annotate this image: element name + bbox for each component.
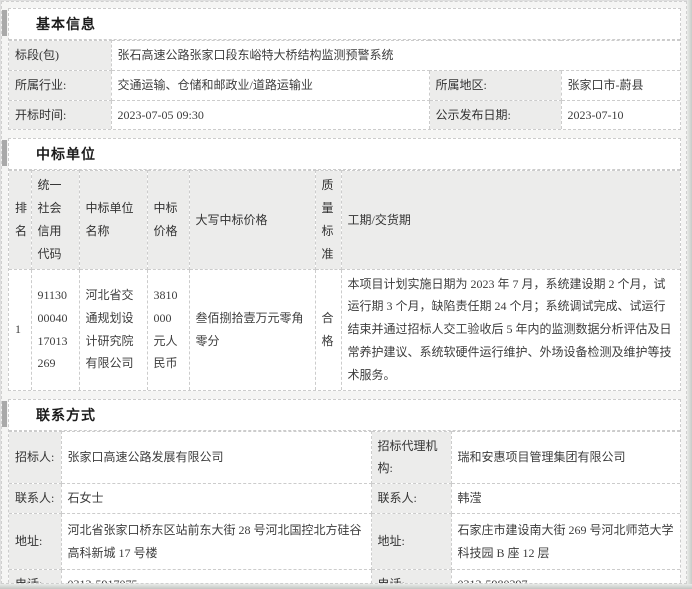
col-credit-code: 统一社会信用代码 <box>31 171 79 269</box>
cell-delivery-period: 本项目计划实施日期为 2023 年 7 月，系统建设期 2 个月，试运行期 3 … <box>341 269 680 389</box>
agency-phone-label: 电话: <box>371 570 451 584</box>
tenderer-value: 张家口高速公路发展有限公司 <box>61 431 371 484</box>
industry-label: 所属行业: <box>9 70 111 100</box>
agency-address-label: 地址: <box>371 514 451 570</box>
tenderer-address-label: 地址: <box>9 514 61 570</box>
procurement-notice-page: { "colors": { "accent_bar": "#a9a9a9", "… <box>0 0 692 589</box>
publish-date-value: 2023-07-10 <box>561 100 680 129</box>
bid-section-label: 标段(包) <box>9 41 111 71</box>
section-accent-bar <box>2 140 7 166</box>
tenderer-contact-label: 联系人: <box>9 484 61 514</box>
cell-company-name: 河北省交通规划设计研究院有限公司 <box>79 269 147 389</box>
col-quality-standard: 质量标准 <box>315 171 341 269</box>
contact-title: 联系方式 <box>36 405 96 425</box>
cell-price: 3810000 元人民币 <box>147 269 189 389</box>
agency-label: 招标代理机构: <box>371 431 451 484</box>
industry-value: 交通运输、仓储和邮政业/道路运输业 <box>111 70 429 100</box>
section-accent-bar <box>2 401 7 427</box>
basic-info-header: 基本信息 <box>9 9 680 40</box>
basic-info-table: 标段(包) 张石高速公路张家口段东峪特大桥结构监测预警系统 所属行业: 交通运输… <box>9 40 680 129</box>
table-row: 1 911300004017013269 河北省交通规划设计研究院有限公司 38… <box>9 269 680 389</box>
col-delivery-period: 工期/交货期 <box>341 171 680 269</box>
col-price: 中标价格 <box>147 171 189 269</box>
agency-contact-value: 韩滢 <box>451 484 680 514</box>
cell-rank: 1 <box>9 269 31 389</box>
cell-credit-code: 911300004017013269 <box>31 269 79 389</box>
contact-table: 招标人: 张家口高速公路发展有限公司 招标代理机构: 瑞和安惠项目管理集团有限公… <box>9 431 680 584</box>
window-bottom-edge <box>0 584 692 589</box>
page-content: 基本信息 标段(包) 张石高速公路张家口段东峪特大桥结构监测预警系统 所属行业:… <box>1 1 687 584</box>
region-label: 所属地区: <box>429 70 561 100</box>
section-accent-bar <box>2 10 7 36</box>
basic-info-title: 基本信息 <box>36 14 96 34</box>
col-rank: 排名 <box>9 171 31 269</box>
tenderer-phone-label: 电话: <box>9 570 61 584</box>
window-right-edge <box>687 0 692 589</box>
region-value: 张家口市-蔚县 <box>561 70 680 100</box>
open-time-label: 开标时间: <box>9 100 111 129</box>
col-company-name: 中标单位名称 <box>79 171 147 269</box>
agency-phone-value: 0313-5980397 <box>451 570 680 584</box>
winning-bidder-title: 中标单位 <box>36 144 96 164</box>
table-header-row: 排名 统一社会信用代码 中标单位名称 中标价格 大写中标价格 质量标准 工期/交… <box>9 171 680 269</box>
contact-header: 联系方式 <box>9 400 680 431</box>
agency-address-value: 石家庄市建设南大街 269 号河北师范大学科技园 B 座 12 层 <box>451 514 680 570</box>
winning-bidder-table: 排名 统一社会信用代码 中标单位名称 中标价格 大写中标价格 质量标准 工期/交… <box>9 170 680 389</box>
section-winning-bidder: 中标单位 排名 统一社会信用代码 中标单位名称 中标价格 大写中标价格 质量标准… <box>8 138 681 390</box>
section-contact: 联系方式 招标人: 张家口高速公路发展有限公司 招标代理机构: 瑞和安惠项目管理… <box>8 399 681 584</box>
section-basic-info: 基本信息 标段(包) 张石高速公路张家口段东峪特大桥结构监测预警系统 所属行业:… <box>8 8 681 130</box>
agency-value: 瑞和安惠项目管理集团有限公司 <box>451 431 680 484</box>
cell-price-in-words: 叁佰捌拾壹万元零角零分 <box>189 269 315 389</box>
cell-quality-standard: 合格 <box>315 269 341 389</box>
tenderer-label: 招标人: <box>9 431 61 484</box>
winning-bidder-header: 中标单位 <box>9 139 680 170</box>
col-price-in-words: 大写中标价格 <box>189 171 315 269</box>
tenderer-phone-value: 0313-5917075 <box>61 570 371 584</box>
agency-contact-label: 联系人: <box>371 484 451 514</box>
tenderer-contact-value: 石女士 <box>61 484 371 514</box>
publish-date-label: 公示发布日期: <box>429 100 561 129</box>
open-time-value: 2023-07-05 09:30 <box>111 100 429 129</box>
tenderer-address-value: 河北省张家口桥东区站前东大街 28 号河北国控北方硅谷高科新城 17 号楼 <box>61 514 371 570</box>
bid-section-value: 张石高速公路张家口段东峪特大桥结构监测预警系统 <box>111 41 680 71</box>
